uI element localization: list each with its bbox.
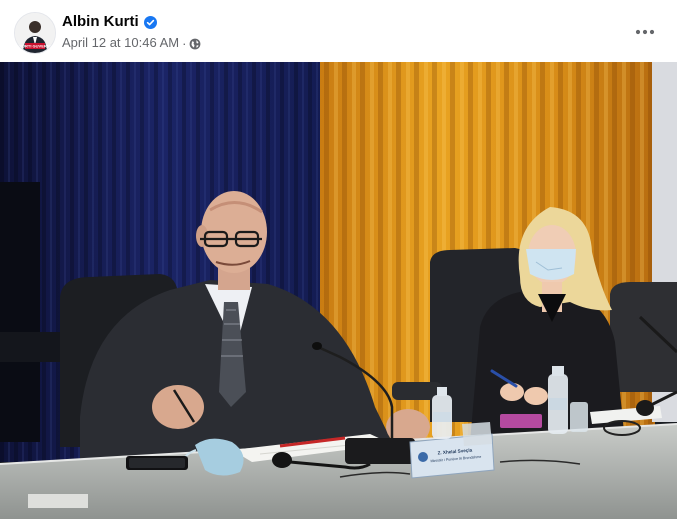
meta-separator: · — [182, 35, 187, 51]
author-row: Albin Kurti — [62, 12, 201, 32]
avatar-badge-text: KURTI GUVERNI — [19, 44, 51, 49]
post-timestamp[interactable]: April 12 at 10:46 AM — [62, 34, 179, 52]
globe-icon[interactable] — [189, 37, 201, 50]
post-meta: April 12 at 10:46 AM · — [62, 34, 201, 52]
meeting-photo: Z. Xhelal Sveçla Ministër i Punëve të Br… — [0, 62, 677, 519]
more-options-button[interactable] — [629, 16, 661, 48]
avatar-image: KURTI GUVERNI — [15, 13, 55, 53]
facebook-post: KURTI GUVERNI Albin Kurti April 12 at 10… — [0, 0, 677, 519]
verified-badge-icon — [143, 15, 157, 29]
author-avatar[interactable]: KURTI GUVERNI — [14, 12, 56, 54]
more-horizontal-icon — [635, 29, 655, 35]
post-photo[interactable]: Z. Xhelal Sveçla Ministër i Punëve të Br… — [0, 62, 677, 519]
author-name[interactable]: Albin Kurti — [62, 12, 139, 32]
author-block: Albin Kurti April 12 at 10:46 AM · — [62, 12, 201, 52]
post-header: KURTI GUVERNI Albin Kurti April 12 at 10… — [0, 0, 677, 62]
